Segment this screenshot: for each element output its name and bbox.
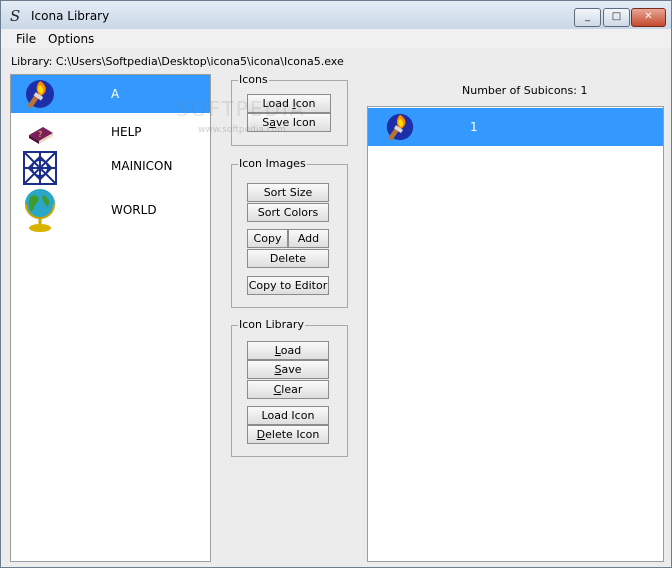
window-title: Icona Library [31, 9, 110, 23]
library-path: Library: C:\Users\Softpedia\Desktop\icon… [11, 55, 344, 68]
list-item-label: A [111, 87, 120, 101]
watermark-url: www.softpedia.com [198, 125, 286, 135]
subicon-label: 1 [470, 120, 478, 134]
library-delete-icon-button[interactable]: Delete Icon [247, 425, 329, 444]
copy-button[interactable]: Copy [247, 229, 288, 248]
icon-library-group-title: Icon Library [238, 318, 305, 331]
subicon-item[interactable]: 1 [368, 108, 663, 146]
list-item-label: WORLD [111, 203, 157, 217]
pattern-icon [23, 151, 57, 185]
list-item-world[interactable]: WORLD [11, 185, 210, 235]
torch-icon [23, 77, 57, 111]
icon-library-group: Icon Library Load Save Clear Load Icon D… [231, 318, 348, 457]
app-icon: S [10, 7, 21, 25]
menu-bar: File Options [1, 29, 671, 48]
menu-file[interactable]: File [16, 32, 36, 46]
subicon-count: Number of Subicons: 1 [462, 84, 588, 97]
sort-colors-button[interactable]: Sort Colors [247, 203, 329, 222]
svg-text:?: ? [38, 130, 42, 139]
delete-button[interactable]: Delete [247, 249, 329, 268]
title-bar[interactable]: S Icona Library _ □ ✕ [1, 1, 671, 29]
library-load-icon-button[interactable]: Load Icon [247, 406, 329, 425]
maximize-button[interactable]: □ [603, 8, 630, 27]
icons-group-title: Icons [238, 73, 269, 86]
library-load-button[interactable]: Load [247, 341, 329, 360]
globe-icon [23, 187, 57, 232]
subicon-list[interactable]: 1 [367, 106, 664, 562]
torch-icon [384, 111, 416, 143]
menu-options[interactable]: Options [48, 32, 94, 46]
list-item-label: HELP [111, 125, 142, 139]
icon-images-group-title: Icon Images [238, 157, 307, 170]
book-icon: ? [23, 115, 57, 149]
close-button[interactable]: ✕ [631, 8, 666, 27]
icon-list[interactable]: A ? HELP MAINICON WORLD [10, 74, 211, 562]
minimize-button[interactable]: _ [574, 8, 601, 27]
sort-size-button[interactable]: Sort Size [247, 183, 329, 202]
add-button[interactable]: Add [288, 229, 329, 248]
library-save-button[interactable]: Save [247, 360, 329, 379]
main-window: S Icona Library _ □ ✕ File Options Libra… [0, 0, 672, 568]
library-clear-button[interactable]: Clear [247, 380, 329, 399]
icon-images-group: Icon Images Sort Size Sort Colors Copy A… [231, 157, 348, 308]
list-item-mainicon[interactable]: MAINICON [11, 149, 210, 185]
copy-to-editor-button[interactable]: Copy to Editor [247, 276, 329, 295]
watermark: SOFTPEDIA [176, 97, 306, 121]
list-item-label: MAINICON [111, 159, 173, 173]
